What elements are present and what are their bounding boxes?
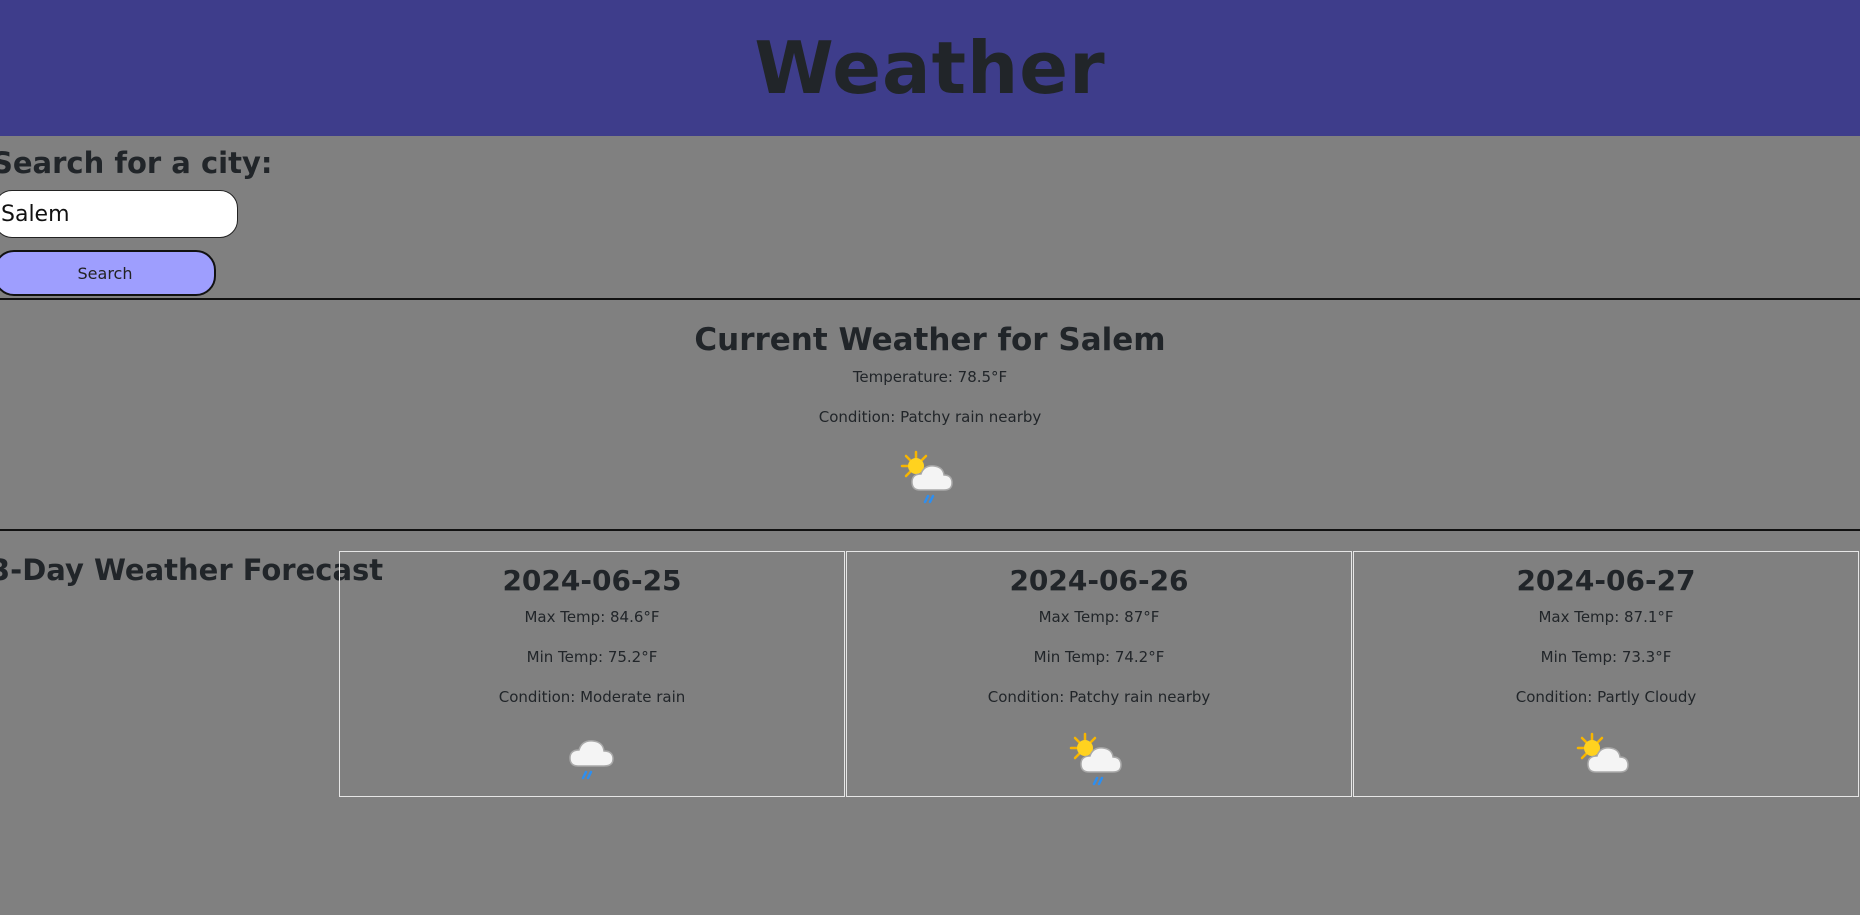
forecast-condition: Condition: Partly Cloudy: [1515, 688, 1697, 706]
search-label: Search for a city:: [0, 146, 273, 180]
forecast-section: 3-Day Weather Forecast 2024-06-25 Max Te…: [0, 531, 1860, 911]
sun-cloud-icon: [1576, 732, 1629, 773]
search-button[interactable]: Search: [0, 250, 216, 296]
current-weather-title: Current Weather for Salem: [694, 322, 1166, 358]
forecast-card: 2024-06-27 Max Temp: 87.1°F Min Temp: 73…: [1353, 551, 1859, 797]
forecast-condition: Condition: Patchy rain nearby: [987, 688, 1211, 706]
forecast-date: 2024-06-27: [1516, 564, 1696, 597]
city-search-input[interactable]: [0, 190, 238, 238]
sun-cloud-rain-icon: [1069, 732, 1122, 786]
sun-cloud-rain-icon: [900, 450, 953, 504]
page-title: Weather: [754, 26, 1106, 110]
forecast-min-temp: Min Temp: 73.3°F: [1540, 648, 1672, 666]
current-weather-section: Current Weather for Salem Temperature: 7…: [0, 300, 1860, 529]
forecast-date: 2024-06-25: [502, 564, 682, 597]
cloud-rain-icon: [569, 740, 614, 780]
forecast-min-temp: Min Temp: 75.2°F: [526, 648, 658, 666]
forecast-card: 2024-06-25 Max Temp: 84.6°F Min Temp: 75…: [339, 551, 845, 797]
page-header: Weather: [0, 0, 1860, 136]
forecast-max-temp: Max Temp: 84.6°F: [524, 608, 660, 626]
search-section: Search for a city: Search: [0, 136, 1860, 298]
current-temperature: Temperature: 78.5°F: [852, 368, 1008, 386]
forecast-min-temp: Min Temp: 74.2°F: [1033, 648, 1165, 666]
forecast-card: 2024-06-26 Max Temp: 87°F Min Temp: 74.2…: [846, 551, 1352, 797]
current-condition: Condition: Patchy rain nearby: [818, 408, 1042, 426]
forecast-date: 2024-06-26: [1009, 564, 1189, 597]
forecast-max-temp: Max Temp: 87.1°F: [1538, 608, 1674, 626]
forecast-title: 3-Day Weather Forecast: [0, 553, 384, 587]
forecast-condition: Condition: Moderate rain: [498, 688, 686, 706]
forecast-max-temp: Max Temp: 87°F: [1038, 608, 1160, 626]
